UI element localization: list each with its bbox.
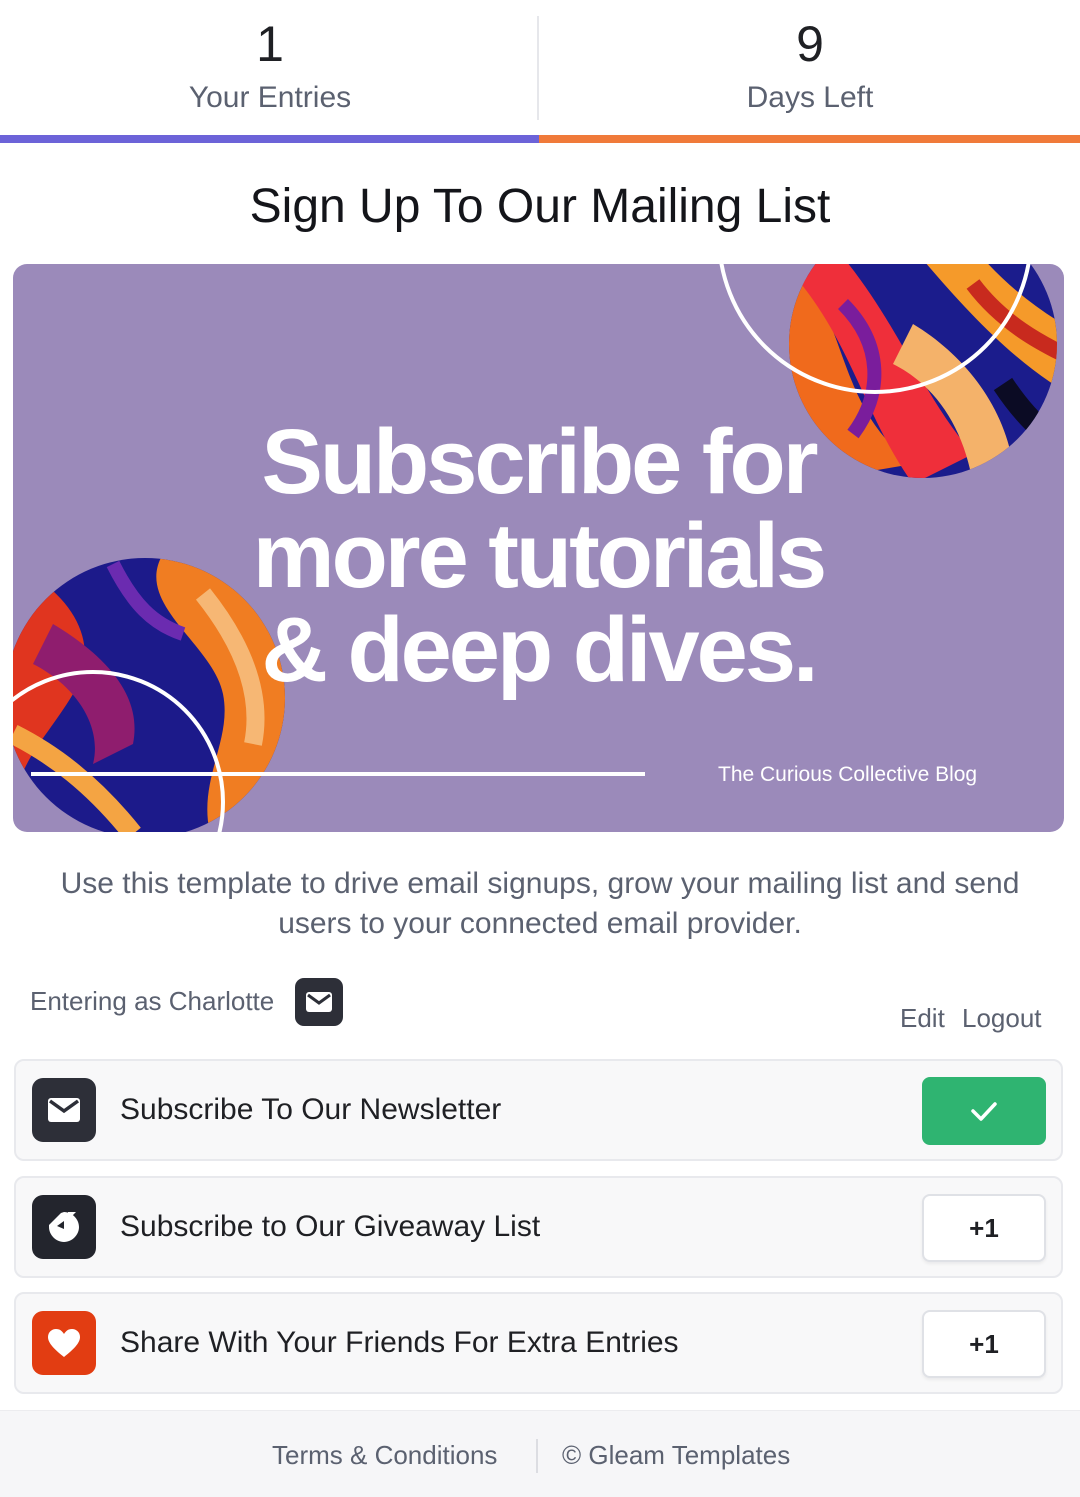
- entry-label: Subscribe to Our Giveaway List: [120, 1210, 541, 1243]
- entry-row-share-friends[interactable]: Share With Your Friends For Extra Entrie…: [14, 1292, 1063, 1394]
- entries-count: 1: [256, 16, 284, 72]
- entry-label: Share With Your Friends For Extra Entrie…: [120, 1326, 679, 1359]
- banner-headline-line-1: Subscribe for: [261, 411, 818, 513]
- stats-header: 1 Your Entries 9 Days Left: [0, 0, 1080, 143]
- entries-label: Your Entries: [188, 81, 352, 114]
- days-left-count: 9: [796, 16, 824, 72]
- heart-icon: [32, 1311, 96, 1375]
- campaign-description: Use this template to drive email signups…: [60, 867, 1020, 940]
- page-title: Sign Up To Our Mailing List: [249, 180, 831, 233]
- days-left-label: Days Left: [746, 81, 874, 114]
- entries-stat: 1 Your Entries: [0, 0, 540, 143]
- checkmark-icon: [971, 1102, 997, 1121]
- entry-label: Subscribe To Our Newsletter: [120, 1093, 502, 1126]
- envelope-icon: [32, 1078, 96, 1142]
- footer-divider: [536, 1439, 538, 1473]
- logout-link[interactable]: Logout: [962, 1002, 1042, 1034]
- days-left-progress-bar: [539, 135, 1080, 143]
- banner-headline-line-2: more tutorials: [252, 505, 827, 607]
- footer: Terms & Conditions © Gleam Templates: [0, 1410, 1080, 1497]
- giveaway-logo-icon: [32, 1195, 96, 1259]
- days-left-stat: 9 Days Left: [540, 0, 1080, 143]
- promo-banner: Subscribe for more tutorials & deep dive…: [13, 264, 1064, 832]
- gleam-templates-link[interactable]: © Gleam Templates: [562, 1439, 790, 1471]
- stats-divider: [537, 16, 539, 120]
- banner-headline-line-3: & deep dives.: [261, 599, 818, 701]
- envelope-icon: [295, 978, 343, 1026]
- banner-blog-name: The Curious Collective Blog: [718, 763, 978, 786]
- entries-progress-bar: [0, 135, 539, 143]
- entry-row-giveaway-list[interactable]: Subscribe to Our Giveaway List +1: [14, 1176, 1063, 1278]
- plus-one-entry-button[interactable]: +1: [922, 1194, 1046, 1262]
- terms-link[interactable]: Terms & Conditions: [272, 1439, 497, 1471]
- edit-link[interactable]: Edit: [900, 1002, 945, 1034]
- entry-row-newsletter[interactable]: Subscribe To Our Newsletter: [14, 1059, 1063, 1161]
- entering-as-label: Entering as Charlotte: [30, 986, 275, 1016]
- plus-one-entry-button[interactable]: +1: [922, 1310, 1046, 1378]
- entry-completed-button[interactable]: [922, 1077, 1046, 1145]
